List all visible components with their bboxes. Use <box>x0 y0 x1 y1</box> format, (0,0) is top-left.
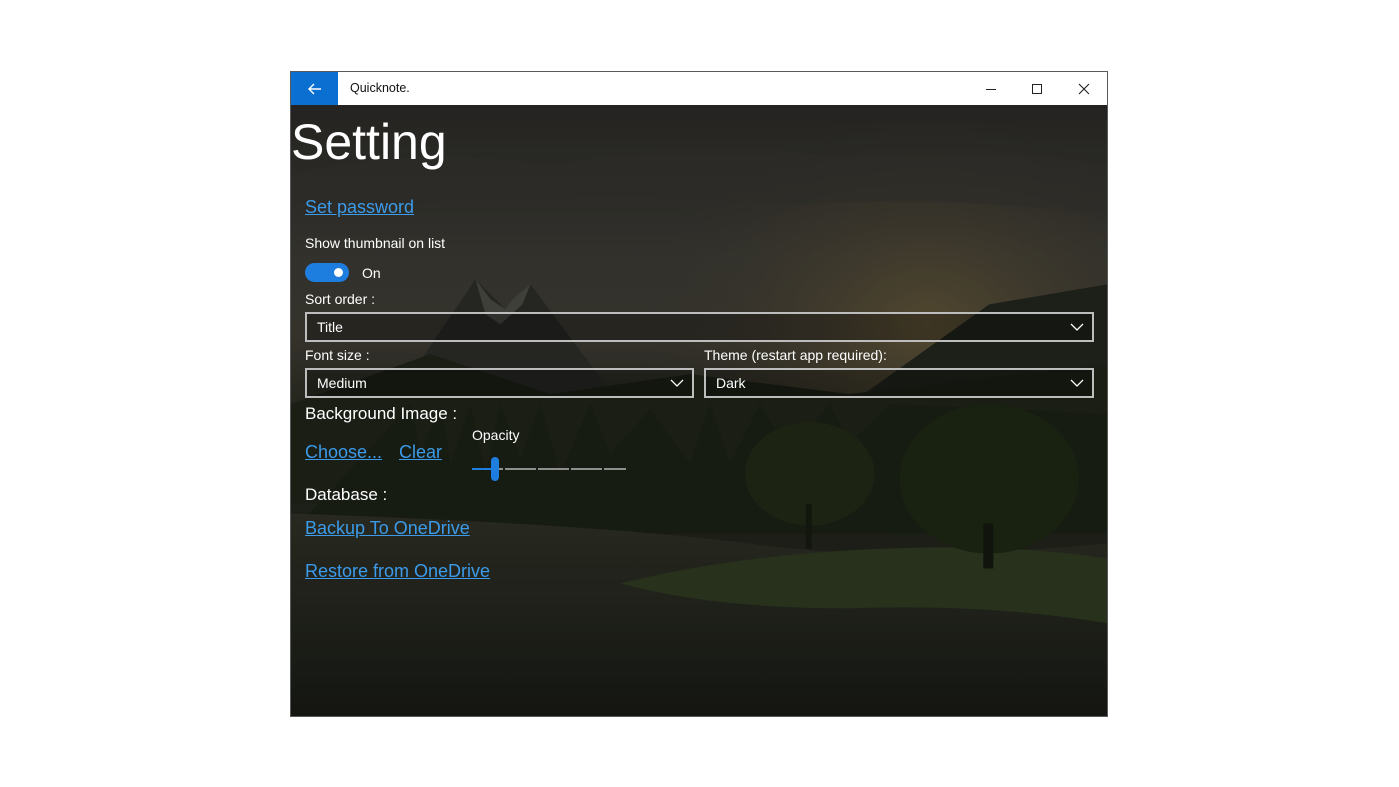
clear-image-link[interactable]: Clear <box>399 442 442 463</box>
arrow-left-icon <box>307 83 321 94</box>
theme-value: Dark <box>716 375 746 391</box>
choose-image-link[interactable]: Choose... <box>305 442 382 463</box>
thumbnail-label: Show thumbnail on list <box>305 235 446 251</box>
restore-onedrive-link[interactable]: Restore from OneDrive <box>305 561 490 582</box>
app-title: Quicknote. <box>350 81 410 95</box>
settings-page: Setting Set password Show thumbnail on l… <box>291 105 1107 716</box>
title-bar: Quicknote. <box>291 72 1107 105</box>
close-icon <box>1078 83 1090 94</box>
toggle-knob <box>334 268 343 277</box>
opacity-slider[interactable] <box>472 457 626 481</box>
background-image-label: Background Image : <box>305 404 458 423</box>
font-size-label: Font size : <box>305 347 370 363</box>
back-button[interactable] <box>291 72 338 105</box>
set-password-link[interactable]: Set password <box>305 197 414 218</box>
thumbnail-toggle[interactable] <box>305 263 349 282</box>
page-title: Setting <box>291 114 447 170</box>
theme-label: Theme (restart app required): <box>704 347 887 363</box>
sort-order-dropdown[interactable]: Title <box>305 312 1094 342</box>
backup-onedrive-link[interactable]: Backup To OneDrive <box>305 518 470 539</box>
database-label: Database : <box>305 485 388 504</box>
minimize-icon <box>986 88 996 90</box>
font-size-dropdown[interactable]: Medium <box>305 368 694 398</box>
sort-order-label: Sort order : <box>305 291 376 307</box>
chevron-down-icon <box>1070 379 1084 387</box>
app-window: Quicknote. Setting Set password Show thu… <box>290 71 1108 717</box>
maximize-button[interactable] <box>1014 72 1060 105</box>
theme-dropdown[interactable]: Dark <box>704 368 1094 398</box>
font-size-value: Medium <box>317 375 367 391</box>
close-button[interactable] <box>1061 72 1107 105</box>
opacity-label: Opacity <box>472 427 520 443</box>
maximize-icon <box>1032 83 1042 94</box>
thumbnail-toggle-state: On <box>362 265 381 281</box>
opacity-slider-thumb <box>491 457 499 481</box>
chevron-down-icon <box>670 379 684 387</box>
minimize-button[interactable] <box>968 72 1014 105</box>
chevron-down-icon <box>1070 323 1084 331</box>
sort-order-value: Title <box>317 319 343 335</box>
